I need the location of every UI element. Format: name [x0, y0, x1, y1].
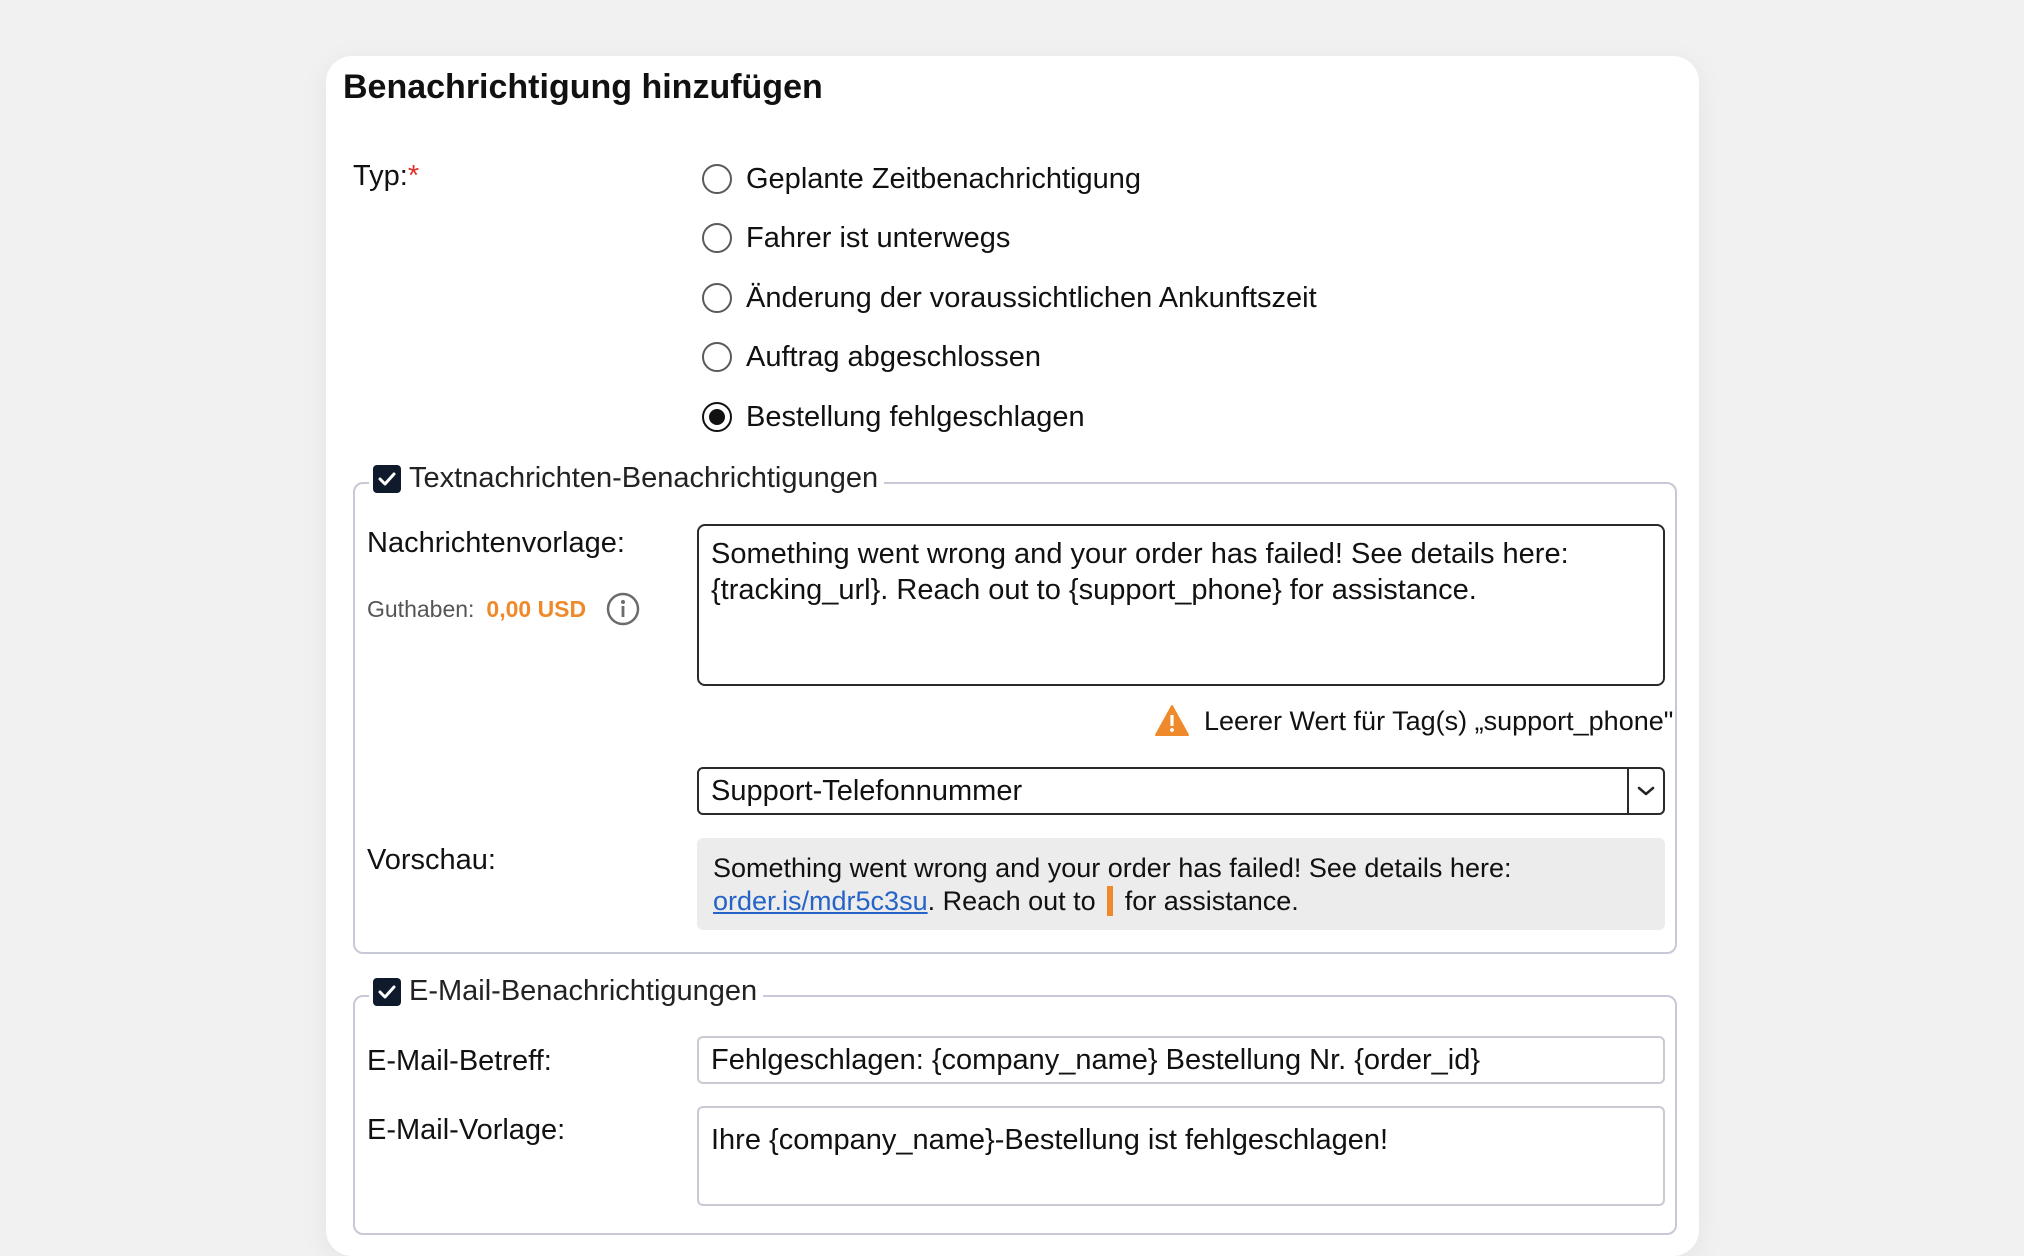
radio-label: Geplante Zeitbenachrichtigung [746, 162, 1141, 195]
empty-tag-marker [1107, 886, 1114, 916]
info-icon[interactable] [606, 592, 640, 626]
chevron-down-icon [1637, 786, 1655, 796]
email-section-legend: E-Mail-Benachrichtigungen [369, 975, 764, 1008]
dialog-title: Benachrichtigung hinzufügen [343, 68, 823, 106]
email-template-textarea[interactable]: Ihre {company_name}-Bestellung ist fehlg… [697, 1106, 1665, 1206]
preview-text-start: Something went wrong and your order has … [713, 853, 1512, 883]
radio-option-order-completed[interactable]: Auftrag abgeschlossen [702, 337, 1041, 377]
checkmark-icon [378, 472, 396, 485]
balance-display: Guthaben: 0,00 USD [367, 592, 640, 626]
radio-label: Fahrer ist unterwegs [746, 221, 1011, 254]
tag-select-value: Support-Telefonnummer [711, 774, 1023, 807]
message-template-label: Nachrichtenvorlage: [367, 527, 625, 559]
dropdown-toggle[interactable] [1627, 769, 1663, 813]
radio-button[interactable] [702, 223, 732, 253]
radio-option-eta-change[interactable]: Änderung der voraussichtlichen Ankunftsz… [702, 278, 1317, 318]
warning-icon [1155, 705, 1189, 736]
email-enabled-checkbox[interactable] [373, 977, 401, 1006]
radio-button[interactable] [702, 164, 732, 194]
preview-text-end: for assistance. [1124, 886, 1299, 916]
email-legend-label: E-Mail-Benachrichtigungen [409, 975, 758, 1007]
message-template-textarea[interactable]: Something went wrong and your order has … [697, 524, 1665, 686]
email-template-label: E-Mail-Vorlage: [367, 1114, 566, 1146]
empty-tag-warning: Leerer Wert für Tag(s) „support_phone" [1154, 704, 1673, 738]
radio-button[interactable] [702, 283, 732, 313]
type-label-text: Typ: [353, 160, 408, 192]
email-subject-label: E-Mail-Betreff: [367, 1045, 552, 1077]
sms-legend-label: Textnachrichten-Benachrichtigungen [409, 462, 879, 494]
radio-button[interactable] [702, 342, 732, 372]
email-subject-input[interactable]: Fehlgeschlagen: {company_name} Bestellun… [697, 1036, 1665, 1084]
type-label: Typ:* [353, 160, 419, 193]
sms-section-legend: Textnachrichten-Benachrichtigungen [369, 462, 885, 495]
radio-option-driver-en-route[interactable]: Fahrer ist unterwegs [702, 218, 1010, 258]
radio-label: Änderung der voraussichtlichen Ankunftsz… [746, 281, 1317, 314]
warning-text: Leerer Wert für Tag(s) „support_phone" [1204, 705, 1674, 736]
message-preview: Something went wrong and your order has … [697, 838, 1665, 930]
tracking-link[interactable]: order.is/mdr5c3su [713, 886, 928, 916]
radio-button-selected[interactable] [702, 402, 732, 432]
preview-text-middle: . Reach out to [927, 886, 1096, 916]
checkmark-icon [378, 985, 396, 998]
radio-label: Auftrag abgeschlossen [746, 340, 1042, 373]
balance-value: 0,00 USD [486, 595, 587, 622]
tag-select-dropdown[interactable]: Support-Telefonnummer [697, 767, 1665, 815]
sms-enabled-checkbox[interactable] [373, 464, 401, 493]
radio-option-scheduled-time[interactable]: Geplante Zeitbenachrichtigung [702, 159, 1141, 199]
radio-option-order-failed[interactable]: Bestellung fehlgeschlagen [702, 397, 1085, 437]
required-mark: * [407, 160, 420, 192]
radio-label: Bestellung fehlgeschlagen [746, 400, 1085, 433]
balance-label: Guthaben: [367, 595, 475, 622]
preview-label: Vorschau: [367, 844, 496, 876]
